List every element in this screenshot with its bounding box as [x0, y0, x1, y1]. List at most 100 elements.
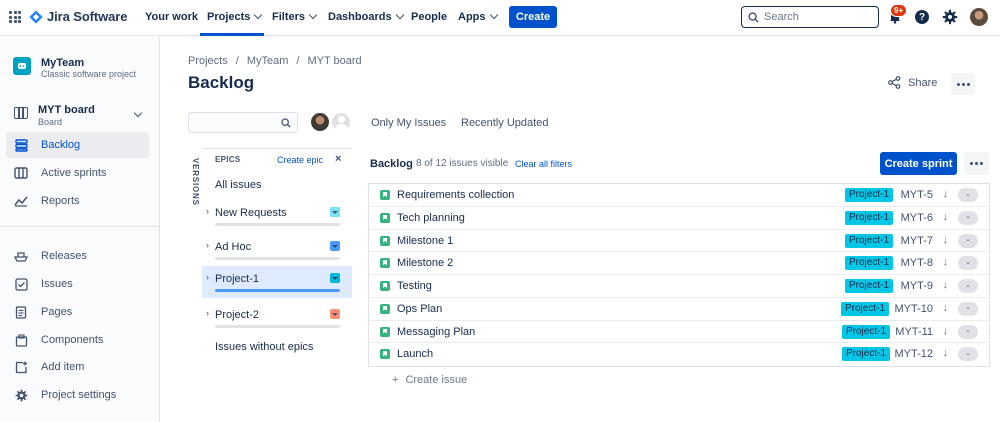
- epic-color-dropdown-icon[interactable]: [330, 309, 340, 319]
- create-issue-link[interactable]: + Create issue: [392, 374, 467, 386]
- create-epic-link[interactable]: Create epic: [277, 155, 323, 165]
- sidebar-item-reports[interactable]: Reports: [6, 188, 149, 214]
- nav-filters[interactable]: Filters: [272, 10, 318, 23]
- estimate-badge: -: [958, 279, 978, 293]
- share-label: Share: [908, 76, 938, 89]
- story-icon: [380, 326, 390, 337]
- board-search-box[interactable]: [188, 112, 298, 133]
- help-icon[interactable]: ?: [915, 10, 929, 24]
- unassigned-avatar[interactable]: [330, 111, 352, 133]
- issue-key[interactable]: MYT-8: [901, 257, 933, 269]
- sidebar-item-active-sprints[interactable]: Active sprints: [6, 160, 149, 186]
- breadcrumb-board[interactable]: MYT board: [307, 55, 361, 67]
- epic-label[interactable]: Project-1: [844, 210, 893, 225]
- board-selector[interactable]: MYT board Board: [0, 99, 160, 129]
- sidebar-item-label: Pages: [41, 306, 73, 318]
- search-icon: [281, 118, 291, 128]
- user-avatar[interactable]: [970, 8, 988, 26]
- project-avatar-icon[interactable]: [13, 57, 31, 75]
- issue-key[interactable]: MYT-7: [901, 235, 933, 247]
- estimate-badge: -: [958, 210, 978, 225]
- epic-all-issues[interactable]: All issues: [215, 179, 261, 191]
- priority-low-icon: ↓: [942, 301, 949, 314]
- priority-low-icon: ↓: [942, 279, 949, 291]
- issue-key[interactable]: MYT-12: [894, 348, 933, 360]
- chevron-right-icon[interactable]: ›: [206, 240, 209, 250]
- sidebar-item-components[interactable]: Components: [6, 327, 149, 353]
- search-icon: [748, 11, 759, 23]
- jira-logo[interactable]: Jira Software: [29, 9, 127, 24]
- app-name: Jira Software: [47, 9, 128, 24]
- chevron-down-icon: [133, 108, 143, 118]
- issue-row[interactable]: Milestone 2 Project-1 MYT-8 ↓ -: [369, 252, 989, 275]
- issue-row[interactable]: Testing Project-1 MYT-9 ↓ -: [369, 275, 989, 298]
- epic-item[interactable]: › New Requests: [202, 201, 352, 233]
- chevron-right-icon[interactable]: ›: [206, 206, 209, 216]
- filter-only-my-issues[interactable]: Only My Issues: [371, 117, 446, 129]
- breadcrumb-separator: /: [296, 55, 300, 67]
- issue-row[interactable]: Ops Plan Project-1 MYT-10 ↓ -: [369, 297, 989, 321]
- nav-people[interactable]: People: [411, 11, 447, 23]
- priority-low-icon: ↓: [942, 210, 949, 223]
- issue-key[interactable]: MYT-9: [901, 280, 933, 292]
- epic-issues-without-epics[interactable]: Issues without epics: [215, 341, 313, 353]
- settings-gear-icon[interactable]: [942, 9, 958, 25]
- assignee-avatar[interactable]: [309, 111, 331, 133]
- issue-key[interactable]: MYT-10: [894, 303, 933, 315]
- filter-recently-updated[interactable]: Recently Updated: [461, 117, 548, 129]
- epic-label[interactable]: Project-1: [841, 324, 890, 339]
- epic-label[interactable]: Project-1: [844, 188, 893, 202]
- chevron-right-icon[interactable]: ›: [206, 308, 209, 318]
- create-button[interactable]: Create: [509, 6, 557, 28]
- sidebar-item-pages[interactable]: Pages: [6, 299, 149, 325]
- search-input[interactable]: [764, 11, 874, 23]
- breadcrumb-myteam[interactable]: MyTeam: [247, 55, 289, 67]
- close-icon[interactable]: ×: [335, 153, 341, 165]
- board-subtitle: Board: [38, 117, 63, 127]
- sidebar-item-releases[interactable]: Releases: [6, 243, 149, 269]
- versions-panel-toggle[interactable]: VERSIONS: [186, 158, 200, 206]
- issue-row[interactable]: Tech planning Project-1 MYT-6 ↓ -: [369, 206, 989, 230]
- epic-color-dropdown-icon[interactable]: [330, 207, 340, 217]
- chevron-right-icon[interactable]: ›: [206, 272, 209, 282]
- nav-apps[interactable]: Apps: [458, 10, 498, 23]
- share-button[interactable]: Share: [888, 76, 937, 89]
- sidebar-item-project-settings[interactable]: Project settings: [6, 382, 149, 408]
- epic-item[interactable]: › Project-2: [202, 303, 352, 335]
- component-icon: [14, 333, 28, 347]
- epic-label[interactable]: Project-1: [844, 256, 893, 271]
- epic-progress-bar: [215, 325, 340, 328]
- epic-label[interactable]: Project-1: [844, 279, 893, 293]
- epic-label[interactable]: Project-1: [840, 301, 889, 316]
- issue-row[interactable]: Requirements collection Project-1 MYT-5 …: [369, 184, 989, 207]
- board-search-input[interactable]: [193, 113, 281, 132]
- backlog-more-button[interactable]: [964, 152, 989, 175]
- estimate-badge: -: [958, 188, 978, 202]
- issue-row[interactable]: Launch Project-1 MYT-12 ↓ -: [369, 343, 989, 366]
- issue-key[interactable]: MYT-5: [901, 189, 933, 201]
- issue-row[interactable]: Messaging Plan Project-1 MYT-11 ↓ -: [369, 320, 989, 344]
- more-actions-button[interactable]: [951, 73, 975, 95]
- sidebar-item-add-item[interactable]: Add item: [6, 354, 149, 380]
- app-switcher-icon[interactable]: [9, 11, 21, 23]
- search-box[interactable]: [741, 6, 879, 28]
- epic-color-dropdown-icon[interactable]: [330, 273, 340, 283]
- epic-item-selected[interactable]: › Project-1: [202, 266, 352, 298]
- nav-your-work[interactable]: Your work: [145, 11, 198, 23]
- epic-item[interactable]: › Ad Hoc: [202, 235, 352, 267]
- issue-key[interactable]: MYT-6: [901, 212, 933, 224]
- breadcrumb-projects[interactable]: Projects: [188, 55, 228, 67]
- issue-row[interactable]: Milestone 1 Project-1 MYT-7 ↓ -: [369, 229, 989, 253]
- create-sprint-button[interactable]: Create sprint: [880, 152, 957, 175]
- epic-progress-bar: [215, 223, 340, 226]
- nav-projects[interactable]: Projects: [207, 10, 263, 23]
- issue-summary: Requirements collection: [397, 189, 515, 201]
- clear-filters-link[interactable]: Clear all filters: [515, 159, 572, 169]
- nav-dashboards[interactable]: Dashboards: [328, 10, 404, 23]
- epic-label[interactable]: Project-1: [844, 233, 893, 248]
- epic-color-dropdown-icon[interactable]: [330, 241, 340, 251]
- issue-key[interactable]: MYT-11: [895, 326, 933, 338]
- sidebar-item-backlog[interactable]: Backlog: [6, 132, 149, 158]
- epic-label[interactable]: Project-1: [841, 347, 890, 362]
- sidebar-item-issues[interactable]: Issues: [6, 271, 149, 297]
